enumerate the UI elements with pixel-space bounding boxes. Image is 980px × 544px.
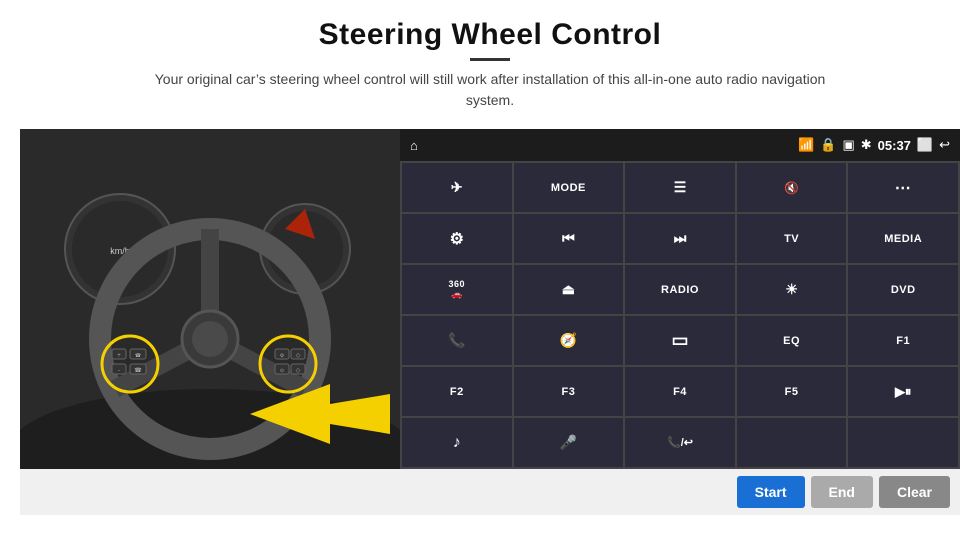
bluetooth-icon: ✱ [861, 137, 872, 153]
start-button[interactable]: Start [737, 476, 805, 508]
title-section: Steering Wheel Control Your original car… [140, 18, 840, 123]
cast-icon: ⬜ [917, 137, 933, 153]
btn-eq[interactable]: EQ [737, 316, 847, 365]
btn-navigate[interactable]: ✈ [402, 163, 512, 212]
btn-microphone[interactable]: 🎤 [514, 418, 624, 467]
status-time: 05:37 [878, 138, 911, 153]
btn-settings[interactable]: ⚙ [402, 214, 512, 263]
content-row: km/h + - [20, 129, 960, 469]
svg-text:⊙: ⊙ [280, 368, 284, 374]
status-bar: ⌂ 📶 🔒 ▣ ✱ 05:37 ⬜ ↩ [400, 129, 960, 161]
sd-icon: ▣ [842, 137, 854, 153]
status-left: ⌂ [410, 138, 418, 153]
btn-brightness[interactable]: ☀ [737, 265, 847, 314]
btn-prev-track[interactable]: ⏮ [514, 214, 624, 263]
btn-music[interactable]: ♪ [402, 418, 512, 467]
btn-360[interactable]: 360🚗 [402, 265, 512, 314]
btn-f3[interactable]: F3 [514, 367, 624, 416]
svg-text:☎: ☎ [135, 353, 141, 359]
btn-empty-1 [737, 418, 847, 467]
button-grid: ✈ MODE ☰ 🔇 ⋯ ⚙ ⏮ ⏭ TV MEDIA 360🚗 ⏏ RADIO… [400, 161, 960, 469]
btn-play-pause[interactable]: ▶⏸ [848, 367, 958, 416]
btn-tv[interactable]: TV [737, 214, 847, 263]
bottom-action-bar: Start End Clear [20, 469, 960, 515]
btn-apps[interactable]: ⋯ [848, 163, 958, 212]
btn-f4[interactable]: F4 [625, 367, 735, 416]
clear-button[interactable]: Clear [879, 476, 950, 508]
title-divider [470, 58, 510, 61]
btn-f2[interactable]: F2 [402, 367, 512, 416]
btn-list[interactable]: ☰ [625, 163, 735, 212]
page-title: Steering Wheel Control [140, 18, 840, 52]
btn-f5[interactable]: F5 [737, 367, 847, 416]
lock-icon: 🔒 [820, 137, 836, 153]
btn-navigation[interactable]: 🧭 [514, 316, 624, 365]
btn-f1[interactable]: F1 [848, 316, 958, 365]
btn-empty-2 [848, 418, 958, 467]
steering-wheel-image: km/h + - [20, 129, 400, 469]
btn-next-track[interactable]: ⏭ [625, 214, 735, 263]
svg-text:☎: ☎ [134, 367, 142, 374]
btn-dvd[interactable]: DVD [848, 265, 958, 314]
svg-text:-: - [118, 368, 120, 374]
btn-radio[interactable]: RADIO [625, 265, 735, 314]
end-button[interactable]: End [811, 476, 873, 508]
svg-text:◇: ◇ [296, 353, 301, 359]
btn-vol-phone[interactable]: 📞/↩ [625, 418, 735, 467]
btn-eject[interactable]: ⏏ [514, 265, 624, 314]
home-icon[interactable]: ⌂ [410, 138, 418, 153]
status-right: 📶 🔒 ▣ ✱ 05:37 ⬜ ↩ [798, 137, 950, 153]
page-wrapper: Steering Wheel Control Your original car… [0, 0, 980, 544]
page-subtitle: Your original car’s steering wheel contr… [140, 69, 840, 111]
svg-text:⚙: ⚙ [280, 353, 285, 359]
android-panel: ⌂ 📶 🔒 ▣ ✱ 05:37 ⬜ ↩ ✈ MODE ☰ 🔇 [400, 129, 960, 469]
btn-media[interactable]: MEDIA [848, 214, 958, 263]
btn-phone-call[interactable]: 📞 [402, 316, 512, 365]
svg-text:+: + [117, 353, 121, 359]
btn-screen-mode[interactable]: ▭ [625, 316, 735, 365]
svg-text:◇: ◇ [296, 368, 301, 374]
btn-mode[interactable]: MODE [514, 163, 624, 212]
back-icon[interactable]: ↩ [939, 137, 950, 153]
btn-mute[interactable]: 🔇 [737, 163, 847, 212]
wifi-icon: 📶 [798, 137, 814, 153]
